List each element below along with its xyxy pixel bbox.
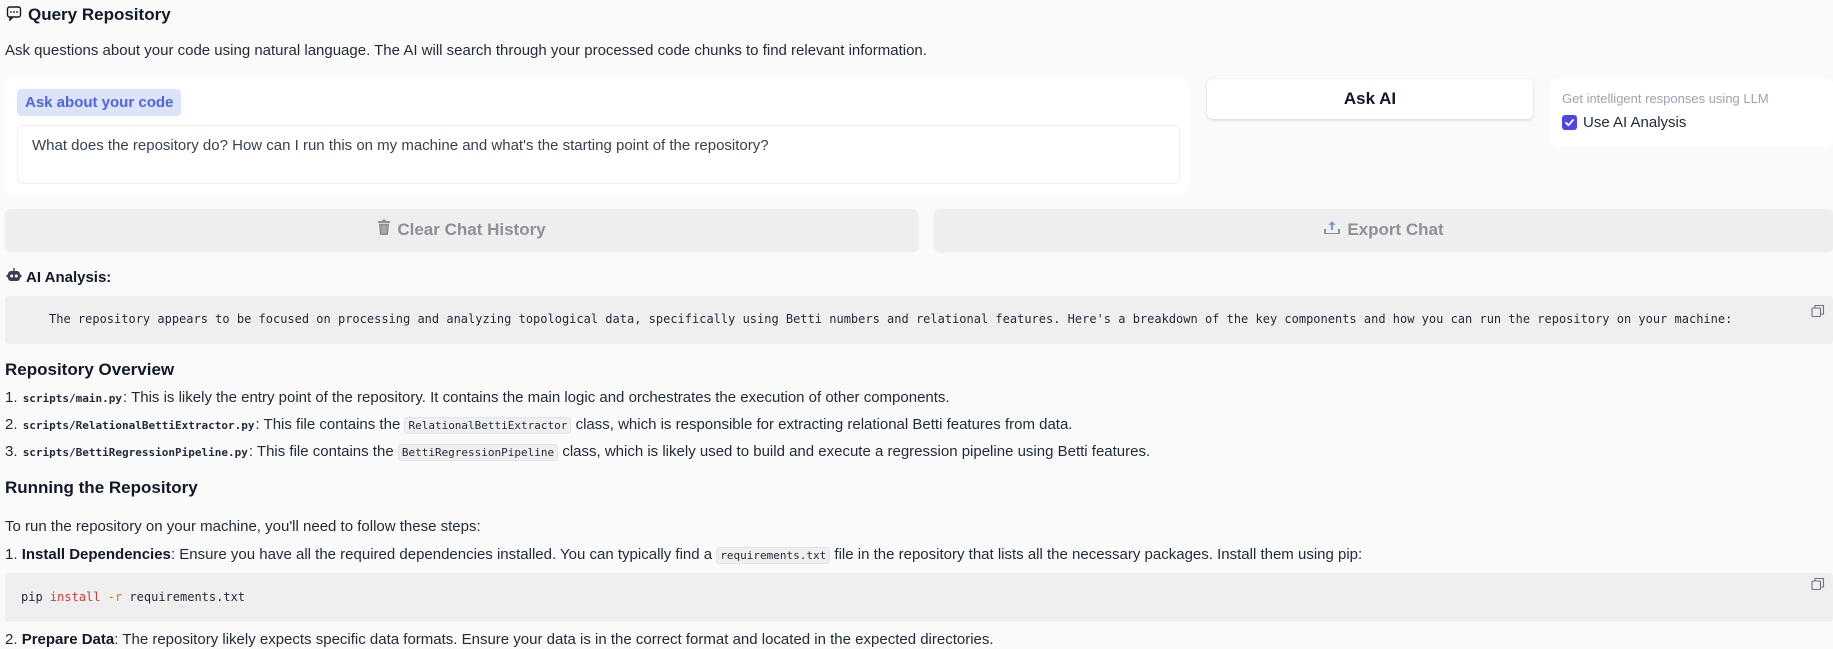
query-panel: Ask about your code What does the reposi… <box>5 79 1190 193</box>
class-name: RelationalBettiExtractor <box>404 417 572 434</box>
list-number: 1. <box>5 389 18 406</box>
ai-analysis-option: Get intelligent responses using LLM Use … <box>1551 79 1833 147</box>
cmd-arg: requirements.txt <box>129 590 246 604</box>
analysis-intro-text: The repository appears to be focused on … <box>49 312 1733 326</box>
page-description: Ask questions about your code using natu… <box>5 42 927 59</box>
overview-item: 2. scripts/RelationalBettiExtractor.py: … <box>5 416 1073 434</box>
ai-analysis-label: AI Analysis: <box>26 268 112 286</box>
ai-option-hint: Get intelligent responses using LLM <box>1562 91 1769 106</box>
class-name: BettiRegressionPipeline <box>397 444 559 461</box>
copy-icon[interactable] <box>1811 577 1825 591</box>
use-ai-label: Use AI Analysis <box>1583 114 1687 131</box>
use-ai-checkbox[interactable] <box>1562 115 1577 130</box>
export-chat-label: Export Chat <box>1347 220 1444 239</box>
file-name: scripts/BettiRegressionPipeline.py <box>22 446 248 459</box>
query-input[interactable]: What does the repository do? How can I r… <box>17 125 1180 184</box>
export-tray-icon <box>1323 220 1341 240</box>
cmd-flag: -r <box>107 590 123 604</box>
export-chat-button[interactable]: Export Chat <box>934 209 1833 251</box>
ai-analysis-heading: AI Analysis: <box>6 267 111 287</box>
list-number: 2. <box>5 416 18 433</box>
step-text: file in the repository that lists all th… <box>830 546 1363 563</box>
page-header: Query Repository <box>6 4 171 26</box>
cmd-subcommand: install <box>49 590 101 604</box>
pip-command-block: pip install -r requirements.txt <box>5 573 1833 622</box>
step-prepare-data: 2. Prepare Data: The repository likely e… <box>5 631 994 648</box>
running-intro: To run the repository on your machine, y… <box>5 518 481 535</box>
requirements-file: requirements.txt <box>716 547 831 564</box>
pip-command: pip install -r requirements.txt <box>21 590 245 604</box>
step-install-dependencies: 1. Install Dependencies: Ensure you have… <box>5 546 1363 564</box>
step-text: : Ensure you have all the required depen… <box>170 546 717 563</box>
list-number: 1. <box>5 546 18 563</box>
overview-item: 3. scripts/BettiRegressionPipeline.py: T… <box>5 443 1151 461</box>
file-name: scripts/main.py <box>22 392 123 405</box>
ask-ai-button[interactable]: Ask AI <box>1207 79 1533 119</box>
clear-chat-button[interactable]: Clear Chat History <box>5 209 918 251</box>
clear-chat-label: Clear Chat History <box>397 220 546 239</box>
list-number: 2. <box>5 631 18 648</box>
repository-overview-heading: Repository Overview <box>5 360 175 379</box>
copy-icon[interactable] <box>1811 304 1825 318</box>
check-icon <box>1565 119 1574 127</box>
page-title: Query Repository <box>28 5 171 24</box>
item-text: : This is likely the entry point of the … <box>123 389 950 406</box>
query-label: Ask about your code <box>17 89 182 116</box>
overview-item: 1. scripts/main.py: This is likely the e… <box>5 389 950 406</box>
step-title: Install Dependencies <box>21 546 171 563</box>
running-repository-heading: Running the Repository <box>5 478 198 497</box>
analysis-intro-block: The repository appears to be focused on … <box>5 296 1833 344</box>
step-title: Prepare Data <box>21 631 115 648</box>
file-name: scripts/RelationalBettiExtractor.py <box>22 419 255 432</box>
chat-bubble-icon <box>6 5 22 26</box>
item-text: class, which is likely used to build and… <box>558 443 1151 460</box>
list-number: 3. <box>5 443 18 460</box>
item-text: : This file contains the <box>248 443 398 460</box>
trash-icon <box>377 219 391 241</box>
robot-icon <box>6 267 22 287</box>
step-text: : The repository likely expects specific… <box>114 631 994 648</box>
item-text: class, which is responsible for extracti… <box>571 416 1073 433</box>
use-ai-toggle[interactable]: Use AI Analysis <box>1562 114 1686 131</box>
cmd-token: pip <box>21 590 43 604</box>
item-text: : This file contains the <box>255 416 405 433</box>
